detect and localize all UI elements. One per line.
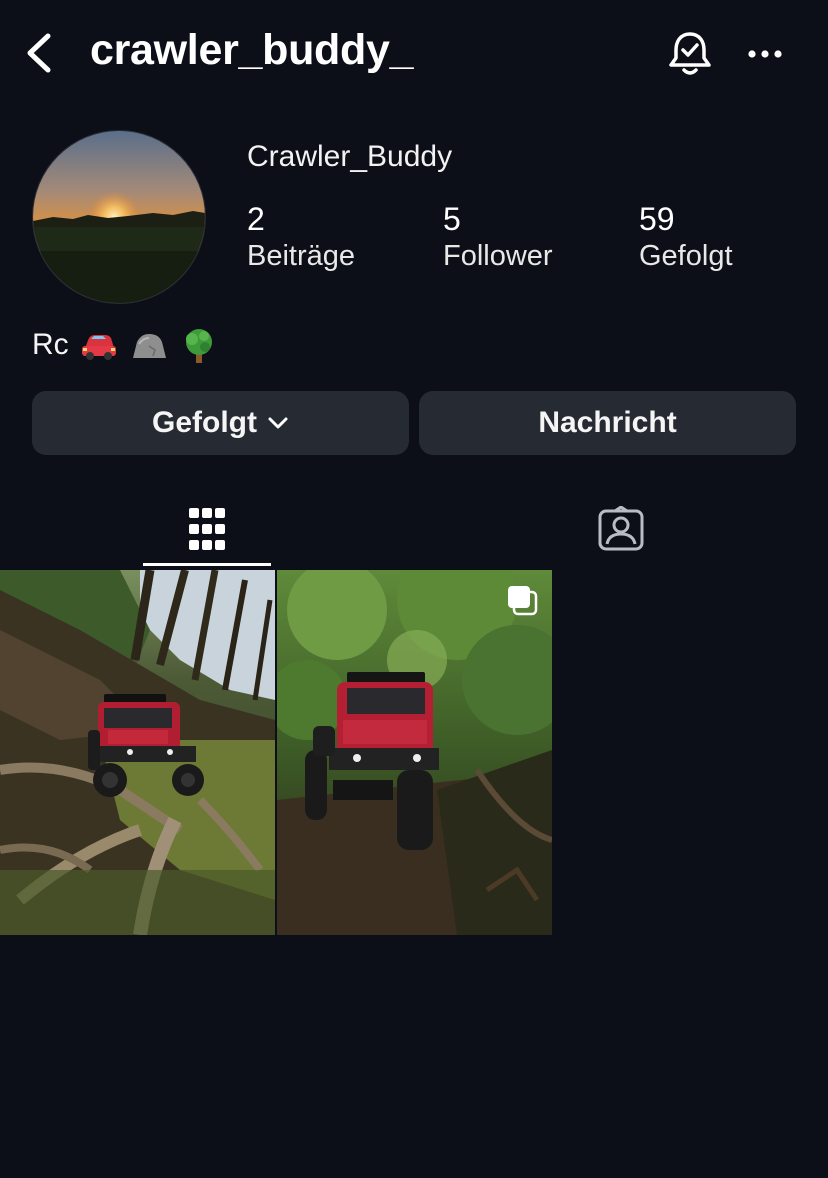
bell-check-icon	[669, 32, 711, 75]
following-count-stat[interactable]: 59 Gefolgt	[639, 200, 733, 274]
tree-emoji-icon	[179, 326, 219, 364]
following-count: 59	[639, 201, 675, 237]
sunset-field-avatar-image	[33, 131, 205, 303]
profile-username-title: crawler_buddy_	[90, 26, 414, 74]
more-options-button[interactable]	[740, 34, 790, 74]
profile-display-name: Crawler_Buddy	[247, 140, 453, 173]
following-button-label: Gefolgt	[152, 406, 257, 439]
profile-bio: Rc	[32, 326, 219, 364]
multiple-photos-icon	[506, 584, 538, 616]
notifications-button[interactable]	[666, 28, 714, 78]
followers-count: 5	[443, 201, 461, 237]
post-thumbnail-multiple[interactable]	[277, 570, 552, 935]
posts-count: 2	[247, 201, 265, 237]
top-bar: crawler_buddy_	[0, 0, 828, 110]
chevron-down-icon	[268, 417, 288, 429]
posts-count-stat[interactable]: 2 Beiträge	[247, 200, 355, 274]
posts-label: Beiträge	[247, 240, 356, 272]
message-button-label: Nachricht	[538, 406, 677, 439]
car-emoji-icon	[79, 326, 119, 364]
rc-crawler-forest-roots-photo	[0, 570, 275, 935]
tab-posts-grid[interactable]	[143, 490, 271, 568]
back-button[interactable]	[20, 28, 60, 78]
chevron-left-icon	[27, 33, 51, 73]
tagged-person-icon	[598, 506, 644, 551]
followers-label: Follower	[443, 240, 553, 272]
post-thumbnail[interactable]	[0, 570, 275, 935]
profile-screen: crawler_buddy_ Crawler_Buddy 2 Beiträge …	[0, 0, 828, 1178]
active-tab-indicator	[143, 563, 271, 566]
bio-text: Rc	[32, 328, 69, 361]
rock-emoji-icon	[129, 326, 169, 364]
grid-icon	[189, 508, 225, 550]
tab-tagged[interactable]	[557, 490, 685, 568]
profile-avatar[interactable]	[32, 130, 206, 304]
more-horizontal-icon	[748, 50, 782, 58]
rc-crawler-forest-trail-photo	[277, 570, 552, 935]
following-dropdown-button[interactable]: Gefolgt	[32, 391, 409, 455]
message-button[interactable]: Nachricht	[419, 391, 796, 455]
followers-count-stat[interactable]: 5 Follower	[443, 200, 553, 274]
following-label: Gefolgt	[639, 240, 733, 272]
